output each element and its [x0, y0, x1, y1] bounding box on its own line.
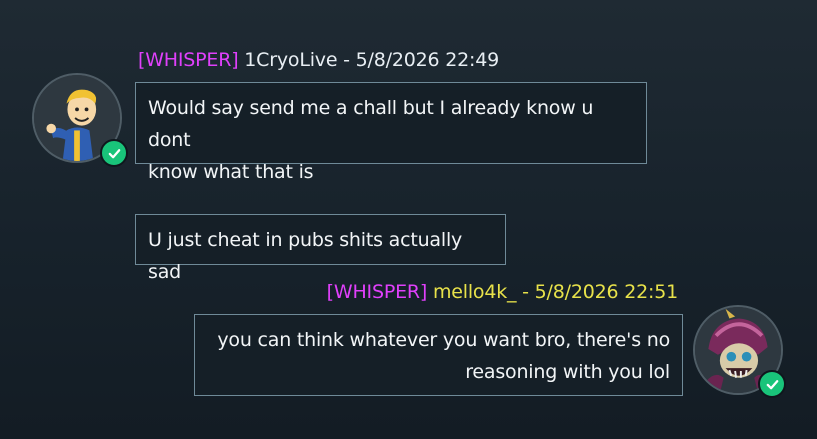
header-separator: - — [337, 49, 356, 71]
verified-check-icon — [100, 139, 128, 167]
message-bubble[interactable]: Would say send me a chall but I already … — [135, 82, 647, 183]
sender-name[interactable]: mello4k_ — [433, 281, 517, 303]
message-line: reasoning with you lol — [465, 361, 670, 383]
whisper-tag: [WHISPER] — [326, 281, 428, 303]
message-bubble[interactable]: you can think whatever you want bro, the… — [194, 314, 683, 396]
message-line: U just cheat in pubs shits actually sad — [148, 229, 463, 283]
message-bubble[interactable]: U just cheat in pubs shits actually sad — [135, 214, 506, 283]
message-timestamp: 5/8/2026 22:49 — [355, 49, 500, 71]
sender-name[interactable]: 1CryoLive — [244, 49, 337, 71]
message-line: know what that is — [148, 161, 314, 183]
message-line: Would say send me a chall but I already … — [148, 97, 594, 151]
whisper-tag: [WHISPER] — [138, 49, 239, 71]
message-timestamp: 5/8/2026 22:51 — [534, 281, 679, 303]
verified-check-icon — [758, 370, 786, 398]
header-separator: - — [516, 281, 535, 303]
message-header: [WHISPER] 1CryoLive - 5/8/2026 22:49 — [138, 49, 499, 71]
message-line: you can think whatever you want bro, the… — [217, 329, 670, 351]
message-header: [WHISPER] mello4k_ - 5/8/2026 22:51 — [326, 281, 679, 303]
